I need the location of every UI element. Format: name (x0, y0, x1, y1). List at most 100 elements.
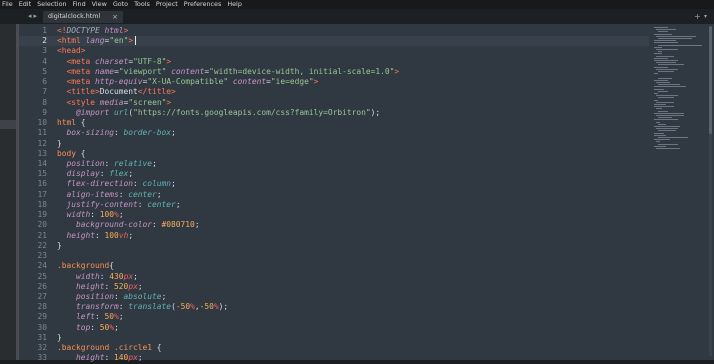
line-number: 28 (37, 302, 47, 312)
line-code: .background{ (57, 261, 115, 271)
line-number: 7 (42, 87, 47, 97)
line-number: 18 (37, 199, 47, 209)
menu-preferences[interactable]: Preferences (181, 0, 225, 9)
menu-selection[interactable]: Selection (34, 0, 69, 9)
code-line[interactable]: 28 transform: translate(-50%,-50%); (19, 302, 649, 312)
code-line[interactable]: 1 <!DOCTYPE html> (19, 26, 649, 36)
menu-tools[interactable]: Tools (131, 0, 153, 9)
minimap-line (656, 95, 678, 97)
code-line[interactable]: 18 justify-content: center; (19, 200, 649, 210)
line-number: 5 (42, 66, 47, 76)
code-line[interactable]: 15 display: flex; (19, 169, 649, 179)
line-code: <head> (57, 46, 86, 56)
code-line[interactable]: 20 background-color: #080710; (19, 220, 649, 230)
menu-view[interactable]: View (89, 0, 110, 9)
line-number: 21 (37, 230, 47, 240)
code-line[interactable]: 11 box-sizing: border-box; (19, 128, 649, 138)
minimap-line (658, 77, 672, 79)
minimap-line (654, 145, 666, 147)
line-code: <!DOCTYPE html> (57, 26, 129, 35)
code-line[interactable]: 10 html { (19, 118, 649, 128)
minimap-line (656, 101, 674, 103)
minimap-line (658, 117, 672, 119)
minimap-line (654, 104, 666, 105)
line-code: <style media="screen"> (66, 97, 172, 107)
close-icon[interactable]: × (112, 11, 118, 23)
minimap-line (656, 49, 678, 50)
code-line[interactable]: 5 <meta name="viewport" content="width=d… (19, 67, 649, 77)
code-line[interactable]: 21 height: 100vh; (19, 231, 649, 241)
line-code: body { (57, 148, 86, 158)
menu-goto[interactable]: Goto (110, 0, 131, 9)
line-number: 25 (37, 271, 47, 281)
minimap-line (654, 86, 686, 88)
code-line[interactable]: 27 position: absolute; (19, 292, 649, 302)
code-line[interactable]: 13 body { (19, 149, 649, 159)
menu-help[interactable]: Help (224, 0, 245, 9)
code-line[interactable]: 25 width: 430px; (19, 272, 649, 282)
code-line[interactable]: 29 left: 50%; (19, 312, 649, 322)
line-number: 17 (37, 189, 47, 199)
line-number: 29 (37, 312, 47, 322)
minimap-line (654, 66, 668, 68)
line-code: <title>Document</title> (66, 87, 176, 97)
code-line[interactable]: 23 (19, 251, 649, 261)
code-line[interactable]: 33 height: 140px; (19, 353, 649, 363)
tab-digitalclock[interactable]: digitalclock.html × (43, 11, 123, 23)
line-number: 8 (42, 97, 47, 107)
line-number: 31 (37, 332, 47, 342)
forward-arrow-icon[interactable]: ▸ (34, 12, 40, 20)
line-number: 14 (37, 158, 47, 168)
code-line[interactable]: 19 width: 100%; (19, 210, 649, 220)
minimap-line (658, 130, 676, 132)
code-line[interactable]: 8 <style media="screen"> (19, 98, 649, 108)
menu-file[interactable]: File (0, 0, 16, 9)
line-code: .background .circle1 { (57, 343, 162, 353)
menu-find[interactable]: Find (70, 0, 89, 9)
minimap-line (656, 128, 678, 130)
code-line[interactable]: 24 .background{ (19, 261, 649, 271)
minimap-line (654, 139, 670, 141)
code-line[interactable]: 12} (19, 139, 649, 149)
line-code: transform: translate(-50%,-50%); (76, 302, 229, 312)
code-line[interactable]: 17 align-items: center; (19, 190, 649, 200)
minimap-line (658, 97, 674, 99)
line-code: } (57, 332, 62, 342)
line-number: 27 (37, 291, 47, 301)
line-code: justify-content: center; (66, 199, 181, 209)
code-line[interactable]: 2 <html lang="en"> (19, 36, 649, 47)
minimap-line (656, 121, 660, 123)
line-number: 10 (37, 118, 47, 128)
line-code: width: 430px; (76, 271, 138, 281)
minimap-line (658, 71, 674, 72)
menu-edit[interactable]: Edit (16, 0, 34, 9)
code-line[interactable]: 22} (19, 241, 649, 251)
line-code: } (57, 138, 62, 148)
code-line[interactable]: 32 .background .circle1 { (19, 343, 649, 353)
code-line[interactable]: 26 height: 520px; (19, 282, 649, 292)
code-line[interactable]: 30 top: 50%; (19, 323, 649, 333)
minimap-line (654, 126, 680, 127)
minimap-line (656, 35, 696, 37)
minimap-line (654, 79, 668, 81)
code-line[interactable]: 3 <head> (19, 46, 649, 56)
line-code: background-color: #080710; (76, 220, 200, 230)
minimap-line (656, 82, 670, 83)
scrollbar-thumb[interactable] (709, 26, 712, 134)
code-line[interactable]: 16 flex-direction: column; (19, 179, 649, 189)
minimap-line (656, 115, 684, 116)
tab-menu-icon[interactable]: ▾ (704, 13, 707, 20)
code-line[interactable]: 6 <meta http-equiv="X-UA-Compatible" con… (19, 77, 649, 87)
minimap[interactable] (648, 24, 706, 154)
minimap-line (654, 106, 674, 108)
minimap-line (656, 68, 678, 70)
new-tab-icon[interactable]: + (694, 12, 701, 21)
code-line[interactable]: 31} (19, 333, 649, 343)
code-line[interactable]: 4 <meta charset="UTF-8"> (19, 57, 649, 67)
sidebar-selected-item[interactable] (0, 120, 16, 129)
code-line[interactable]: 14 position: relative; (19, 159, 649, 169)
code-line[interactable]: 9 @import url("https://fonts.googleapis.… (19, 108, 649, 118)
code-line[interactable]: 7 <title>Document</title> (19, 87, 649, 97)
menu-project[interactable]: Project (153, 0, 181, 9)
line-number: 33 (37, 353, 47, 363)
